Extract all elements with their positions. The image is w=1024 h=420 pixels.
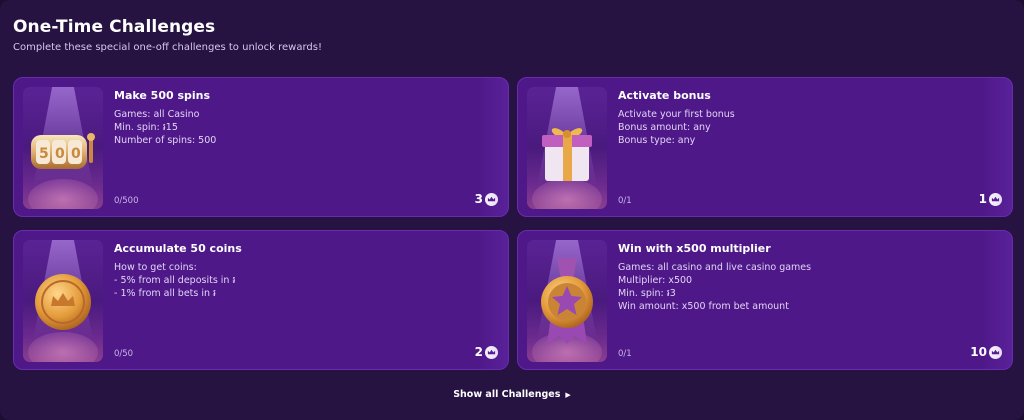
reward-badge: 10 [970, 345, 1002, 359]
crown-icon [989, 192, 1002, 206]
svg-text:0: 0 [71, 146, 81, 162]
challenges-panel: One-Time Challenges Complete these speci… [0, 0, 1024, 420]
reward-badge: 3 [475, 192, 498, 206]
crown-icon [485, 192, 498, 206]
reward-amount: 3 [474, 192, 483, 206]
show-all-challenges-link[interactable]: Show all Challenges ▶ [0, 389, 1024, 400]
challenge-thumbnail: 5 0 0 [23, 87, 103, 209]
reward-amount: 2 [474, 345, 483, 359]
challenge-thumbnail [23, 240, 103, 362]
challenge-thumbnail [527, 240, 607, 362]
challenge-description: Games: all Casino Min. spin: ៛15 Number … [114, 109, 217, 146]
challenge-progress: 0/500 [114, 196, 139, 206]
crown-icon [989, 345, 1002, 359]
slot-reels-icon: 5 0 0 [31, 133, 95, 169]
challenge-card-multiplier[interactable]: Win with x500 multiplier Games: all casi… [517, 230, 1013, 370]
star-medal-icon [541, 258, 593, 344]
challenge-title: Accumulate 50 coins [114, 242, 242, 255]
challenge-thumbnail [527, 87, 607, 209]
challenge-card-bonus[interactable]: Activate bonus Activate your first bonus… [517, 77, 1013, 217]
gift-box-icon [542, 128, 592, 181]
challenge-card-spins[interactable]: 5 0 0 Make 500 spins Games: all Casino M… [13, 77, 509, 217]
reward-badge: 1 [979, 192, 1002, 206]
challenge-description: Games: all casino and live casino games … [618, 262, 812, 312]
challenge-progress: 0/1 [618, 196, 632, 206]
challenge-progress: 0/1 [618, 349, 632, 359]
reward-amount: 10 [970, 345, 987, 359]
challenge-progress: 0/50 [114, 349, 134, 359]
page-subtitle: Complete these special one-off challenge… [13, 42, 322, 53]
reward-amount: 1 [978, 192, 987, 206]
challenge-card-coins[interactable]: Accumulate 50 coins How to get coins: - … [13, 230, 509, 370]
challenge-title: Win with x500 multiplier [618, 242, 771, 255]
reward-badge: 2 [475, 345, 498, 359]
page-title: One-Time Challenges [13, 17, 216, 37]
crown-icon [485, 345, 498, 359]
caret-right-icon: ▶ [565, 391, 571, 399]
gold-coin-icon [35, 274, 91, 330]
challenge-title: Make 500 spins [114, 89, 211, 102]
svg-text:0: 0 [55, 146, 65, 162]
challenge-title: Activate bonus [618, 89, 711, 102]
svg-text:5: 5 [39, 146, 49, 162]
challenge-description: Activate your first bonus Bonus amount: … [618, 109, 735, 146]
challenge-description: How to get coins: - 5% from all deposits… [114, 262, 236, 299]
